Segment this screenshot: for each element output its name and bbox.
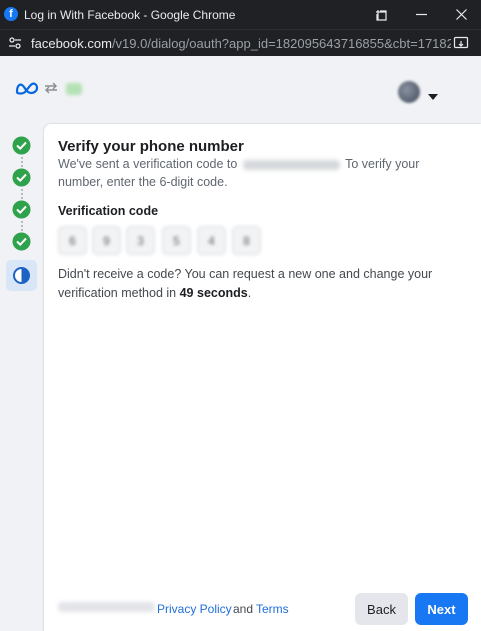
address-bar: facebook.com/v19.0/dialog/oauth?app_id=1… — [0, 29, 481, 56]
open-in-window-icon[interactable] — [453, 35, 469, 51]
page-title: Verify your phone number — [58, 138, 244, 155]
countdown: 49 seconds — [179, 286, 248, 300]
footer-and: and — [233, 602, 254, 616]
swap-icon — [43, 81, 59, 100]
code-digit-value: 8 — [243, 233, 250, 248]
steps-sidebar — [0, 122, 43, 631]
terms-link[interactable]: Terms — [256, 602, 289, 616]
code-digit-6[interactable]: 8 — [232, 226, 261, 255]
verify-card: Verify your phone number We've sent a ve… — [44, 124, 481, 631]
desc-before: We've sent a verification code to — [58, 157, 238, 171]
code-digit-value: 9 — [103, 233, 110, 248]
cast-icon[interactable] — [361, 0, 401, 29]
close-button[interactable] — [441, 0, 481, 29]
code-digit-value: 6 — [69, 233, 76, 248]
blurred-footer-text — [58, 602, 155, 612]
next-button[interactable]: Next — [415, 593, 468, 625]
avatar[interactable] — [398, 81, 420, 103]
code-digit-value: 3 — [137, 233, 144, 248]
code-digit-2[interactable]: 9 — [92, 226, 121, 255]
code-digit-4[interactable]: 5 — [162, 226, 191, 255]
facebook-favicon-icon: f — [4, 7, 18, 21]
verify-description: We've sent a verification code to To ver… — [58, 155, 468, 191]
window-title: Log in With Facebook - Google Chrome — [24, 8, 236, 22]
step-connector — [21, 189, 23, 199]
half-circle-icon — [13, 267, 30, 284]
privacy-policy-link[interactable]: Privacy Policy — [157, 602, 232, 616]
code-digit-5[interactable]: 4 — [197, 226, 226, 255]
site-info-icon[interactable] — [7, 35, 23, 51]
dialog-header — [0, 56, 481, 122]
app-logo-icon — [66, 83, 82, 95]
step-connector — [21, 221, 23, 231]
code-digit-value: 4 — [208, 233, 215, 248]
back-button[interactable]: Back — [355, 593, 408, 625]
url-host: facebook.com — [31, 36, 112, 51]
url-text[interactable]: facebook.com/v19.0/dialog/oauth?app_id=1… — [31, 36, 451, 51]
masked-phone-number — [242, 159, 340, 170]
window-titlebar: f Log in With Facebook - Google Chrome — [0, 0, 481, 29]
resend-end: . — [247, 286, 252, 300]
resend-notice: Didn't receive a code? You can request a… — [58, 265, 458, 303]
step-connector — [21, 157, 23, 167]
meta-logo-icon — [15, 81, 39, 100]
code-digit-value: 5 — [173, 233, 180, 248]
step-complete-icon — [11, 199, 32, 220]
minimize-button[interactable] — [401, 0, 441, 29]
code-label: Verification code — [58, 204, 159, 218]
step-complete-icon — [11, 135, 32, 156]
step-complete-icon — [11, 167, 32, 188]
code-digit-1[interactable]: 6 — [58, 226, 87, 255]
step-complete-icon — [11, 231, 32, 252]
url-path: /v19.0/dialog/oauth?app_id=1820956437168… — [111, 36, 451, 51]
code-digit-3[interactable]: 3 — [126, 226, 155, 255]
chevron-down-icon[interactable] — [428, 87, 438, 105]
step-current — [6, 260, 37, 291]
